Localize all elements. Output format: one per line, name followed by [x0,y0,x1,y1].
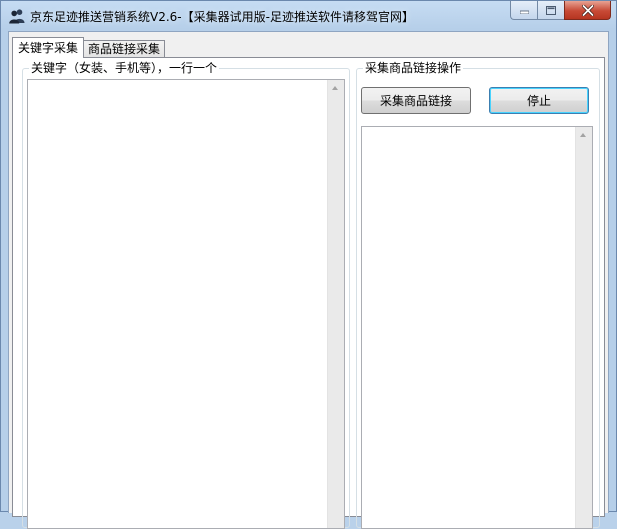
caption-buttons [510,1,611,21]
maximize-button[interactable] [537,1,564,20]
scroll-up-arrow-icon[interactable] [580,133,586,137]
collect-links-button[interactable]: 采集商品链接 [361,87,471,114]
close-button[interactable] [564,1,611,20]
keyword-scrollbar[interactable] [327,80,344,528]
window-title: 京东足迹推送营销系统V2.6-【采集器试用版-足迹推送软件请移驾官网】 [30,10,414,24]
title-bar[interactable]: 京东足迹推送营销系统V2.6-【采集器试用版-足迹推送软件请移驾官网】 [1,1,616,31]
tab-strip: 关键字采集 商品链接采集 [12,37,166,58]
stop-button[interactable]: 停止 [489,87,589,114]
users-icon [9,9,25,24]
tab-product-link-collect[interactable]: 商品链接采集 [83,40,166,58]
main-window: 京东足迹推送营销系统V2.6-【采集器试用版-足迹推送软件请移驾官网】 关键字采… [0,0,617,529]
minimize-button[interactable] [510,1,537,20]
link-output-scrollbar[interactable] [575,127,592,528]
keyword-input[interactable] [27,79,345,529]
maximize-icon [546,5,556,15]
link-output-box[interactable] [361,126,593,529]
link-collect-group-label: 采集商品链接操作 [363,61,464,75]
close-icon [581,4,594,16]
minimize-icon [519,10,529,14]
scroll-up-arrow-icon[interactable] [332,86,338,90]
tab-keyword-collect[interactable]: 关键字采集 [12,37,85,58]
tab-page-keyword-collect: 关键字（女装、手机等），一行一个 采集商品链接操作 采集商品链接 停止 [12,57,605,529]
client-area: 关键字采集 商品链接采集 关键字（女装、手机等），一行一个 采集商品链接操作 采… [8,31,609,529]
link-collect-groupbox: 采集商品链接操作 采集商品链接 停止 [356,61,600,529]
keyword-group-label: 关键字（女装、手机等），一行一个 [29,61,220,75]
keyword-groupbox: 关键字（女装、手机等），一行一个 [22,61,350,529]
